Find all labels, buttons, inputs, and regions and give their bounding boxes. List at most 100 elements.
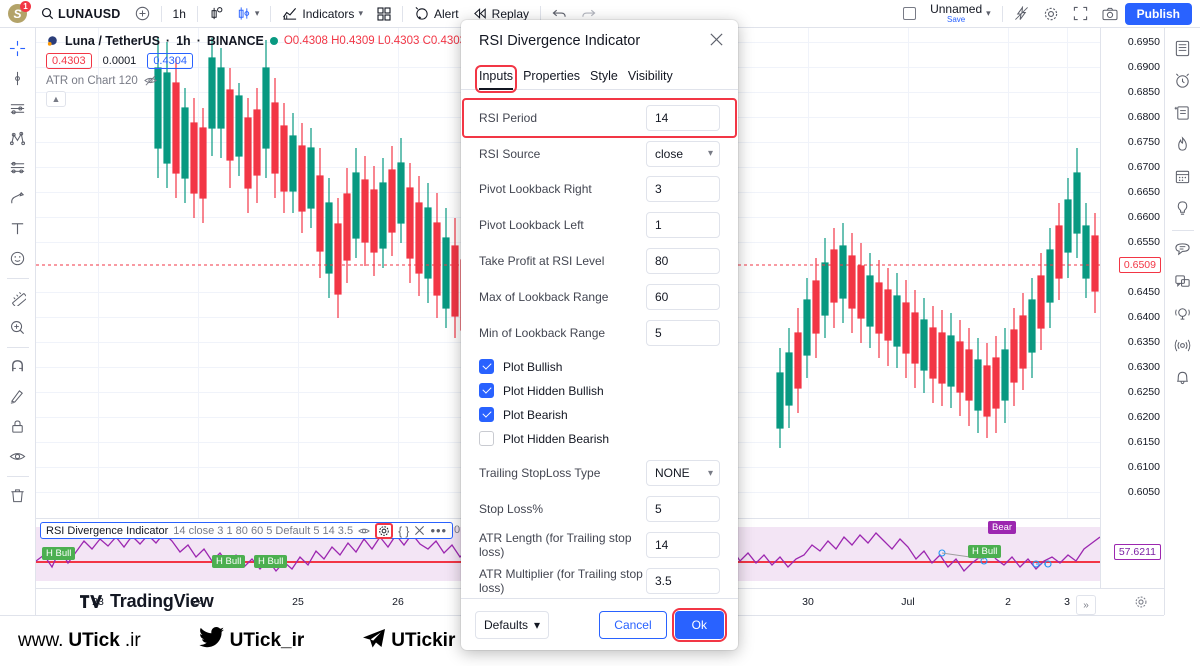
chevron-down-icon: ▾ [534,617,541,632]
trend-line-tool[interactable] [4,64,32,92]
layout-name: Unnamed [930,2,983,16]
alerts-clock-icon[interactable] [1169,66,1197,94]
grid-icon [377,6,391,21]
tab-visibility[interactable]: Visibility [628,69,673,89]
zoom-tool[interactable] [4,313,32,341]
expand-pane-button[interactable]: » [1076,595,1096,615]
stop-loss-pct-input[interactable] [646,496,720,523]
settings-button[interactable] [1036,3,1066,25]
alert-button[interactable]: Alert [407,3,466,25]
ok-button-highlight: Ok [671,607,728,642]
symbol-logo-icon [46,35,59,48]
interval-selector[interactable]: 1h [166,3,193,25]
calendar-icon[interactable] [1169,162,1197,190]
plot-hidden-bullish-checkbox[interactable] [479,383,494,399]
indicator-legend-bar[interactable]: RSI Divergence Indicator 14 close 3 1 80… [40,522,454,539]
checkbox-plot-bearish[interactable]: Plot Bearish [461,403,738,427]
plot-hidden-bearish-checkbox[interactable] [479,431,494,447]
magnet-tool[interactable] [4,352,32,380]
cross-cursor-tool[interactable] [4,34,32,62]
app-logo[interactable]: S 1 [8,1,31,23]
ideas-bulb-icon[interactable] [1169,194,1197,222]
defaults-button[interactable]: Defaults ▾ [475,610,550,639]
layout-button[interactable] [896,3,923,25]
pivot-lookback-right-input[interactable] [646,176,720,203]
checkbox-plot-hidden-bullish[interactable]: Plot Hidden Bullish [461,379,738,403]
checkbox-plot-hidden-bearish[interactable]: Plot Hidden Bearish [461,427,738,451]
plot-bullish-checkbox[interactable] [479,359,494,375]
chart-style-candles[interactable] [202,3,230,25]
tab-properties[interactable]: Properties [523,69,580,89]
hide-drawings-tool[interactable] [4,442,32,470]
pivot-lookback-left-input[interactable] [646,212,720,239]
fullscreen-button[interactable] [1066,3,1095,25]
lock-tool[interactable] [4,412,32,440]
telegram-brand: UTickir [362,628,455,655]
atr-multiplier-input[interactable] [646,567,720,594]
measure-tool[interactable] [4,283,32,311]
min-lookback-input[interactable] [646,319,720,346]
cancel-button[interactable]: Cancel [599,610,667,639]
settings-gear-icon[interactable] [375,522,394,539]
rsi-value-label: 57.6211 [1113,544,1161,560]
close-icon[interactable] [709,32,724,50]
broadcast-icon[interactable] [1169,299,1197,327]
text-tool[interactable] [4,214,32,242]
max-lookback-input[interactable] [646,283,720,310]
save-layout-button[interactable]: Unnamed Save ▾ [923,3,998,25]
remove-drawings-tool[interactable] [4,481,32,509]
field-label: Min of Lookback Range [479,325,606,340]
data-window-icon[interactable] [1169,98,1197,126]
timezone-settings-icon[interactable] [1134,595,1148,612]
price-tick: 0.6200 [1127,411,1160,423]
select-value: close [655,146,684,161]
left-drawing-toolbar [0,28,36,615]
add-symbol-button[interactable] [128,3,157,25]
checkbox-plot-bullish[interactable]: Plot Bullish [461,355,738,379]
ok-button[interactable]: Ok [674,610,724,639]
rsi-period-input[interactable] [646,104,720,131]
brush-tool[interactable] [4,184,32,212]
source-code-icon[interactable]: { } [398,524,409,538]
eye-icon[interactable] [358,525,370,537]
field-rsi-source: RSI Source close ▾ [461,136,738,172]
legend-symbol[interactable]: Luna / TetherUS [65,34,160,48]
public-chat-icon[interactable] [1169,267,1197,295]
templates-button[interactable] [370,3,398,25]
chevron-down-icon: ▾ [707,148,713,160]
atr-length-input[interactable] [646,532,720,559]
quick-search-button[interactable] [1007,3,1036,25]
watchlist-icon[interactable] [1169,34,1197,62]
rsi-source-select[interactable]: close ▾ [646,140,720,167]
snapshot-button[interactable] [1095,3,1125,25]
field-pivot-lookback-right: Pivot Lookback Right [461,172,738,208]
position-tool[interactable] [4,154,32,182]
stream-icon[interactable] [1169,331,1197,359]
hotlist-icon[interactable] [1169,130,1197,158]
legend-interval[interactable]: 1h [176,34,191,48]
tab-inputs[interactable]: Inputs [474,65,518,93]
twitter-handle: UTick_ir [229,630,305,651]
plot-bearish-checkbox[interactable] [479,407,494,423]
emoji-tool[interactable] [4,244,32,272]
chat-icon[interactable] [1169,235,1197,263]
horizontal-lines-tool[interactable] [4,94,32,122]
draw-mode-tool[interactable] [4,382,32,410]
chart-style-bars[interactable]: ▾ [230,3,267,25]
legend-sep2: · [196,34,201,48]
take-profit-rsi-input[interactable] [646,248,720,275]
fullscreen-icon [1073,6,1088,21]
price-axis[interactable]: 0.6950 0.6900 0.6850 0.6800 0.6750 0.670… [1100,28,1164,588]
notifications-bell-icon[interactable] [1169,363,1197,391]
fib-pattern-tool[interactable] [4,124,32,152]
eye-off-icon[interactable] [143,74,157,87]
more-icon[interactable]: ••• [430,524,447,537]
tab-style[interactable]: Style [590,69,618,89]
symbol-search[interactable]: LUNAUSD [34,3,128,25]
close-icon[interactable] [414,525,425,536]
indicator-settings-dialog: RSI Divergence Indicator Inputs Properti… [461,20,738,650]
legend-collapse-button[interactable]: ▲ [46,91,66,107]
publish-button[interactable]: Publish [1124,2,1192,25]
indicators-button[interactable]: Indicators ▾ [275,3,370,25]
trailing-stoploss-type-select[interactable]: NONE ▾ [646,460,720,487]
